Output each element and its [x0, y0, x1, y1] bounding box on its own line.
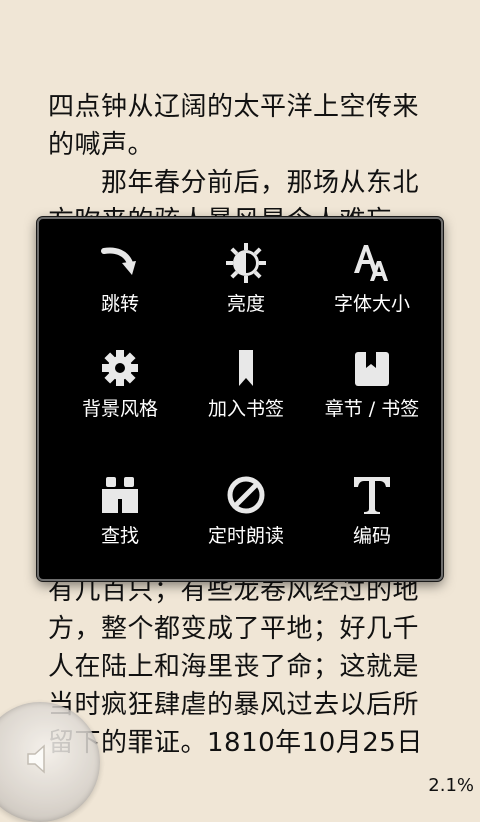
binoculars-icon — [98, 473, 142, 517]
menu-item-background-style[interactable]: 背景风格 — [53, 326, 187, 446]
brightness-icon — [224, 241, 268, 285]
menu-item-label: 加入书签 — [207, 398, 284, 420]
text-line: 人在陆上和海里丧了命；这就是 — [48, 652, 420, 682]
menu-item-label: 字体大小 — [333, 293, 410, 315]
text-line: 那年春分前后，那场从东北 — [48, 168, 420, 198]
reader-options-menu: 跳转 亮度 字体大小 背景风格 加入书签 章节 / 书签 查找 定时朗读 编码 — [37, 217, 443, 581]
text-line: 的喊声。 — [48, 130, 155, 160]
menu-item-label: 亮度 — [226, 293, 265, 315]
menu-item-label: 背景风格 — [81, 398, 158, 420]
gear-icon — [98, 346, 142, 390]
jump-arrow-icon — [98, 241, 142, 285]
book-icon — [350, 346, 394, 390]
menu-item-label: 章节 / 书签 — [324, 398, 420, 420]
speaker-icon — [27, 744, 45, 774]
menu-item-brightness[interactable]: 亮度 — [179, 221, 313, 341]
font-size-icon — [350, 241, 394, 285]
menu-item-add-bookmark[interactable]: 加入书签 — [179, 326, 313, 446]
text-line: 当时疯狂肆虐的暴风过去以后所 — [48, 690, 420, 720]
timer-icon — [224, 473, 268, 517]
menu-item-label: 定时朗读 — [207, 525, 284, 547]
text-line: 四点钟从辽阔的太平洋上空传来 — [48, 92, 420, 122]
reading-progress: 2.1% — [428, 775, 474, 796]
menu-item-encoding[interactable]: 编码 — [305, 453, 439, 573]
menu-item-label: 跳转 — [100, 293, 139, 315]
menu-item-label: 查找 — [100, 525, 139, 547]
bookmark-icon — [224, 346, 268, 390]
menu-item-label: 编码 — [352, 525, 391, 547]
menu-item-font-size[interactable]: 字体大小 — [305, 221, 439, 341]
menu-item-timed-reading[interactable]: 定时朗读 — [179, 453, 313, 573]
menu-item-jump[interactable]: 跳转 — [53, 221, 187, 341]
menu-item-chapters-bookmarks[interactable]: 章节 / 书签 — [305, 326, 439, 446]
menu-item-search[interactable]: 查找 — [53, 453, 187, 573]
text-encoding-icon — [350, 473, 394, 517]
text-line: 方，整个都变成了平地；好几千 — [48, 614, 420, 644]
text-line: 留下的罪证。1810年10月25日 — [48, 728, 423, 758]
